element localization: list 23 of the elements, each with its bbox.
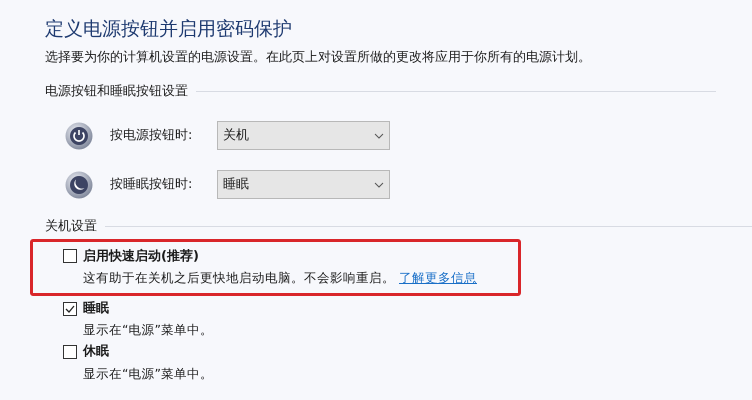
chevron-down-icon [374, 132, 384, 138]
row-label: 按电源按钮时: [110, 126, 194, 145]
option-description: 这有助于在关机之后更快地启动电脑。不会影响重启。 [83, 269, 395, 287]
checkmark-icon [65, 304, 75, 312]
option-label: 休眠 [83, 343, 109, 361]
section-heading: 电源按钮和睡眠按钮设置 [45, 82, 188, 100]
option-description: 显示在“电源”菜单中。 [83, 364, 213, 382]
power-icon [65, 122, 93, 150]
chevron-down-icon [374, 182, 384, 188]
learn-more-link[interactable]: 了解更多信息 [399, 269, 477, 288]
option-label: 启用快速启动(推荐) [83, 248, 199, 266]
dropdown[interactable]: 关机 [217, 121, 390, 150]
option-description: 显示在“电源”菜单中。 [83, 321, 213, 340]
option-label: 睡眠 [83, 300, 109, 318]
checkbox[interactable] [63, 344, 77, 359]
dropdown[interactable]: 睡眠 [217, 170, 390, 199]
section-heading: 关机设置 [45, 218, 97, 236]
checkbox[interactable] [63, 302, 77, 316]
row-label: 按睡眠按钮时: [110, 176, 194, 194]
moon-icon [65, 170, 93, 198]
page-description: 选择要为你的计算机设置的电源设置。在此页上对设置所做的更改将应用于你所有的电源计划。 [45, 49, 592, 67]
page-title: 定义电源按钮并启用密码保护 [45, 17, 293, 42]
checkbox[interactable] [63, 249, 77, 264]
